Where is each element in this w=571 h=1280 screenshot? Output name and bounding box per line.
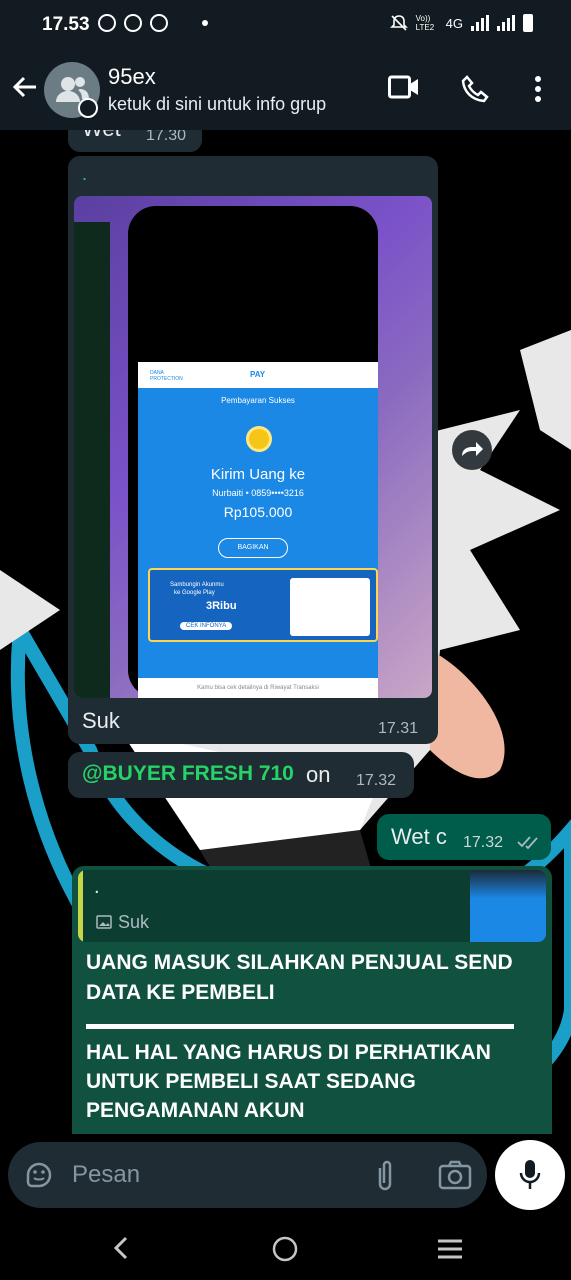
status-notification-icons xyxy=(98,14,208,32)
more-notifications-dot-icon xyxy=(202,20,208,26)
facebook-icon xyxy=(124,14,142,32)
dana-title: Kirim Uang ke xyxy=(210,466,306,483)
status-bar: 17.53 Vo)) LTE2 4G xyxy=(0,0,571,48)
message-text: Wet c xyxy=(391,824,447,849)
dana-recipient: Nurbaiti • 0859••••3216 xyxy=(212,488,304,498)
upload-icon xyxy=(150,14,168,32)
forward-button[interactable] xyxy=(452,430,492,470)
chat-title[interactable]: 95ex xyxy=(108,64,156,90)
nav-home-icon[interactable] xyxy=(272,1236,298,1262)
banner-cta: CEK INFONYA xyxy=(180,622,233,630)
forward-icon xyxy=(462,442,483,456)
volte-label: Vo)) LTE2 xyxy=(415,14,435,32)
quoted-message[interactable]: . Suk xyxy=(78,870,546,942)
reply-message-bubble[interactable]: . Suk UANG MASUK SILAHKAN PENJUAL SEND D… xyxy=(72,866,552,1138)
sticker-emoji-icon[interactable] xyxy=(24,1160,54,1190)
dana-top-bar: DANA PROTECTION PAY xyxy=(138,362,378,388)
signal-bars-2-icon xyxy=(497,15,515,31)
voice-call-icon[interactable] xyxy=(460,74,490,104)
divider xyxy=(86,1024,514,1029)
system-nav-bar xyxy=(0,1212,571,1280)
video-call-icon[interactable] xyxy=(388,74,420,100)
payment-receipt-image[interactable]: DANA PROTECTION PAY Pembayaran Sukses Ki… xyxy=(74,196,432,698)
back-arrow-icon[interactable] xyxy=(10,72,40,102)
status-system-icons: Vo)) LTE2 4G xyxy=(389,14,533,32)
quote-author: . xyxy=(94,876,100,898)
quote-text: Suk xyxy=(118,912,150,932)
message-composer[interactable]: Pesan xyxy=(8,1142,487,1208)
more-options-icon[interactable] xyxy=(532,74,544,104)
banner-line-1: Sambungin Akunmu xyxy=(170,582,224,588)
dana-footer: Kamu bisa cek detailnya di Riwayat Trans… xyxy=(138,678,378,698)
microphone-icon xyxy=(519,1160,541,1189)
nav-back-icon[interactable] xyxy=(112,1236,132,1260)
status-time: 17.53 xyxy=(42,14,90,35)
message-text: on xyxy=(306,762,331,787)
quote-accent-bar xyxy=(78,870,83,942)
success-check-icon xyxy=(246,426,272,452)
dana-pay-label: PAY xyxy=(250,370,266,379)
dana-footer-note: Kamu bisa cek detailnya di Riwayat Trans… xyxy=(197,685,319,691)
dana-receipt-screen: DANA PROTECTION PAY Pembayaran Sukses Ki… xyxy=(138,362,378,698)
signal-bars-1-icon xyxy=(471,15,489,31)
camera-icon[interactable] xyxy=(438,1160,472,1190)
background-app-card xyxy=(74,222,110,698)
network-type: 4G xyxy=(445,15,463,31)
message-bubble-incoming[interactable]: @BUYER FRESH 710 on 17.32 xyxy=(68,752,414,798)
mention-link[interactable]: @BUYER FRESH 710 xyxy=(82,762,294,786)
mute-bell-icon xyxy=(389,15,408,31)
whatsapp-icon xyxy=(98,14,116,32)
dana-share-button: BAGIKAN xyxy=(218,538,288,558)
dana-status: Pembayaran Sukses xyxy=(221,396,295,405)
message-body-line-2: HAL HAL YANG HARUS DI PERHATIKAN UNTUK P… xyxy=(86,1041,491,1122)
message-time: 17.32 xyxy=(356,772,397,789)
sender-name: . xyxy=(82,164,88,184)
message-bubble-outgoing[interactable]: Wet c 17.32 xyxy=(377,814,551,860)
attach-paperclip-icon[interactable] xyxy=(374,1158,396,1192)
community-badge-icon xyxy=(78,98,98,118)
message-body-line-1: UANG MASUK SILAHKAN PENJUAL SEND DATA KE… xyxy=(86,951,513,1004)
dana-amount: Rp105.000 xyxy=(223,504,293,520)
chat-subtitle[interactable]: ketuk di sini untuk info grup xyxy=(108,94,326,115)
message-input[interactable]: Pesan xyxy=(72,1161,140,1189)
image-caption: Suk xyxy=(82,708,120,733)
dana-brand: DANA PROTECTION xyxy=(150,370,183,382)
battery-icon xyxy=(523,14,533,32)
voice-record-button[interactable] xyxy=(495,1140,565,1210)
quote-thumbnail xyxy=(470,870,546,942)
message-time: 17.32 xyxy=(463,834,504,851)
chat-header-overlay: 95ex ketuk di sini untuk info grup xyxy=(0,48,571,130)
dana-promo-banner: Sambungin Akunmu ke Google Play 3Ribu CE… xyxy=(148,568,378,642)
photo-icon xyxy=(96,915,112,929)
read-double-check-icon xyxy=(517,836,538,849)
banner-bonus: 3Ribu xyxy=(206,600,237,612)
banner-phone-mockup xyxy=(290,578,370,636)
message-time: 17.31 xyxy=(378,720,419,737)
nav-recents-icon[interactable] xyxy=(436,1238,464,1260)
banner-line-2: ke Google Play xyxy=(174,590,215,596)
